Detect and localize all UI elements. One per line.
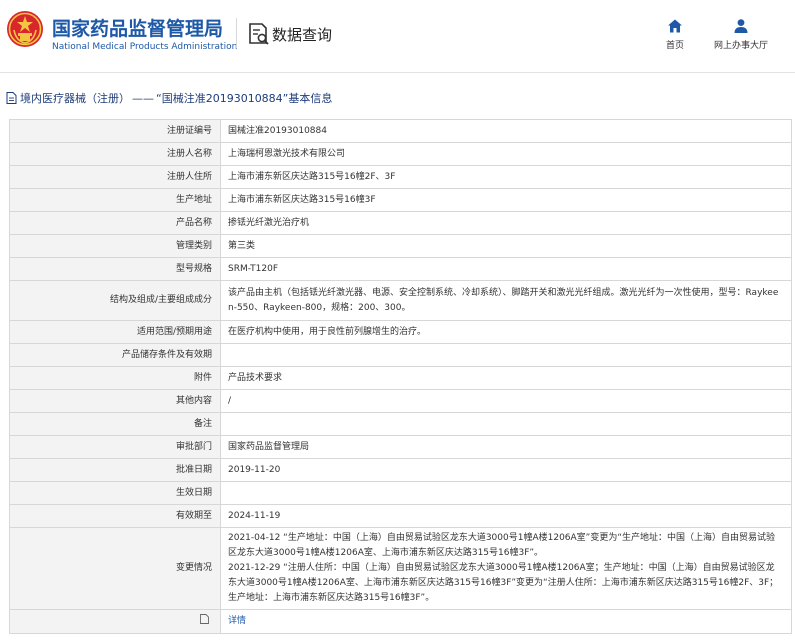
field-value: 上海市浦东新区庆达路315号16幢2F、3F xyxy=(220,165,792,189)
details-link[interactable]: 详情 xyxy=(228,616,246,626)
detail-row-label xyxy=(9,609,221,634)
user-icon xyxy=(734,19,748,33)
table-row: 型号规格 SRM-T120F xyxy=(9,257,792,281)
field-value: 该产品由主机（包括铥光纤激光器、电源、安全控制系统、冷却系统）、脚踏开关和激光光… xyxy=(220,280,792,321)
national-emblem-icon xyxy=(7,11,43,47)
field-value: SRM-T120F xyxy=(220,257,792,281)
table-row: 注册证编号 国械注准20193010884 xyxy=(9,119,792,143)
field-label: 附件 xyxy=(9,366,221,390)
breadcrumb-section-link[interactable]: 境内医疗器械（注册） xyxy=(20,90,130,106)
table-row: 其他内容 / xyxy=(9,389,792,413)
table-row: 注册人名称 上海瑞柯恩激光技术有限公司 xyxy=(9,142,792,166)
field-value: 上海瑞柯恩激光技术有限公司 xyxy=(220,142,792,166)
field-value: / xyxy=(220,389,792,413)
table-row: 备注 xyxy=(9,412,792,436)
breadcrumb-record-title: “国械注准20193010884”基本信息 xyxy=(156,92,333,105)
table-row: 注册人住所 上海市浦东新区庆达路315号16幢2F、3F xyxy=(9,165,792,189)
field-value xyxy=(220,343,792,367)
breadcrumb-separator: —— xyxy=(132,91,154,105)
table-row: 有效期至 2024-11-19 xyxy=(9,504,792,528)
field-label: 注册人名称 xyxy=(9,142,221,166)
document-icon xyxy=(6,92,17,104)
site-brand-subtitle: National Medical Products Administration xyxy=(52,42,238,52)
field-label: 生效日期 xyxy=(9,481,221,505)
field-value: 第三类 xyxy=(220,234,792,258)
table-row: 附件 产品技术要求 xyxy=(9,366,792,390)
field-label: 注册人住所 xyxy=(9,165,221,189)
field-label: 备注 xyxy=(9,412,221,436)
table-row: 生效日期 xyxy=(9,481,792,505)
field-label: 结构及组成/主要组成成分 xyxy=(9,280,221,321)
field-label: 管理类别 xyxy=(9,234,221,258)
change-entry: 2021-12-29 “注册人住所：中国（上海）自由贸易试验区龙东大道3000号… xyxy=(228,563,779,603)
field-value: 国械注准20193010884 xyxy=(220,119,792,143)
nav-home-label: 首页 xyxy=(665,41,684,51)
field-value: 2024-11-19 xyxy=(220,504,792,528)
table-row: 适用范围/预期用途 在医疗机构中使用，用于良性前列腺增生的治疗。 xyxy=(9,320,792,344)
table-row: 生产地址 上海市浦东新区庆达路315号16幢3F xyxy=(9,188,792,212)
table-row: 审批部门 国家药品监督管理局 xyxy=(9,435,792,459)
table-row: 管理类别 第三类 xyxy=(9,234,792,258)
field-value: 国家药品监督管理局 xyxy=(220,435,792,459)
field-value xyxy=(220,412,792,436)
field-value: 2019-11-20 xyxy=(220,458,792,482)
header-divider xyxy=(236,18,237,48)
site-header: 国家药品监督管理局 National Medical Products Admi… xyxy=(0,0,795,66)
table-row: 产品储存条件及有效期 xyxy=(9,343,792,367)
nav-online-hall-label: 网上办事大厅 xyxy=(713,41,768,51)
field-value: 在医疗机构中使用，用于良性前列腺增生的治疗。 xyxy=(220,320,792,344)
table-row: 详情 xyxy=(9,609,792,634)
field-label: 注册证编号 xyxy=(9,119,221,143)
change-history: 2021-04-12 “生产地址：中国（上海）自由贸易试验区龙东大道3000号1… xyxy=(220,527,792,610)
nav-online-hall-button[interactable]: 网上办事大厅 xyxy=(708,18,774,51)
breadcrumb: 境内医疗器械（注册） —— “国械注准20193010884”基本信息 xyxy=(6,90,332,106)
field-value xyxy=(220,481,792,505)
nav-home-button[interactable]: 首页 xyxy=(658,18,692,51)
field-label: 其他内容 xyxy=(9,389,221,413)
data-query-label: 数据查询 xyxy=(272,26,333,44)
registration-detail-table: 注册证编号 国械注准20193010884 注册人名称 上海瑞柯恩激光技术有限公… xyxy=(9,119,792,634)
change-entry: 2021-04-12 “生产地址：中国（上海）自由贸易试验区龙东大道3000号1… xyxy=(228,533,776,558)
home-icon xyxy=(668,19,682,33)
field-label: 变更情况 xyxy=(9,527,221,610)
field-value: 产品技术要求 xyxy=(220,366,792,390)
field-label: 产品名称 xyxy=(9,211,221,235)
field-value: 上海市浦东新区庆达路315号16幢3F xyxy=(220,188,792,212)
field-label: 审批部门 xyxy=(9,435,221,459)
table-row: 结构及组成/主要组成成分 该产品由主机（包括铥光纤激光器、电源、安全控制系统、冷… xyxy=(9,280,792,321)
field-label: 生产地址 xyxy=(9,188,221,212)
table-row: 变更情况 2021-04-12 “生产地址：中国（上海）自由贸易试验区龙东大道3… xyxy=(9,527,792,610)
site-brand-title: 国家药品监督管理局 xyxy=(52,18,224,40)
field-label: 型号规格 xyxy=(9,257,221,281)
table-row: 产品名称 掺铥光纤激光治疗机 xyxy=(9,211,792,235)
table-row: 批准日期 2019-11-20 xyxy=(9,458,792,482)
data-query-icon xyxy=(249,23,269,45)
detail-row-value: 详情 xyxy=(220,609,792,634)
header-separator xyxy=(0,72,795,73)
document-icon xyxy=(200,614,209,624)
field-label: 有效期至 xyxy=(9,504,221,528)
field-label: 产品储存条件及有效期 xyxy=(9,343,221,367)
field-label: 适用范围/预期用途 xyxy=(9,320,221,344)
field-label: 批准日期 xyxy=(9,458,221,482)
field-value: 掺铥光纤激光治疗机 xyxy=(220,211,792,235)
